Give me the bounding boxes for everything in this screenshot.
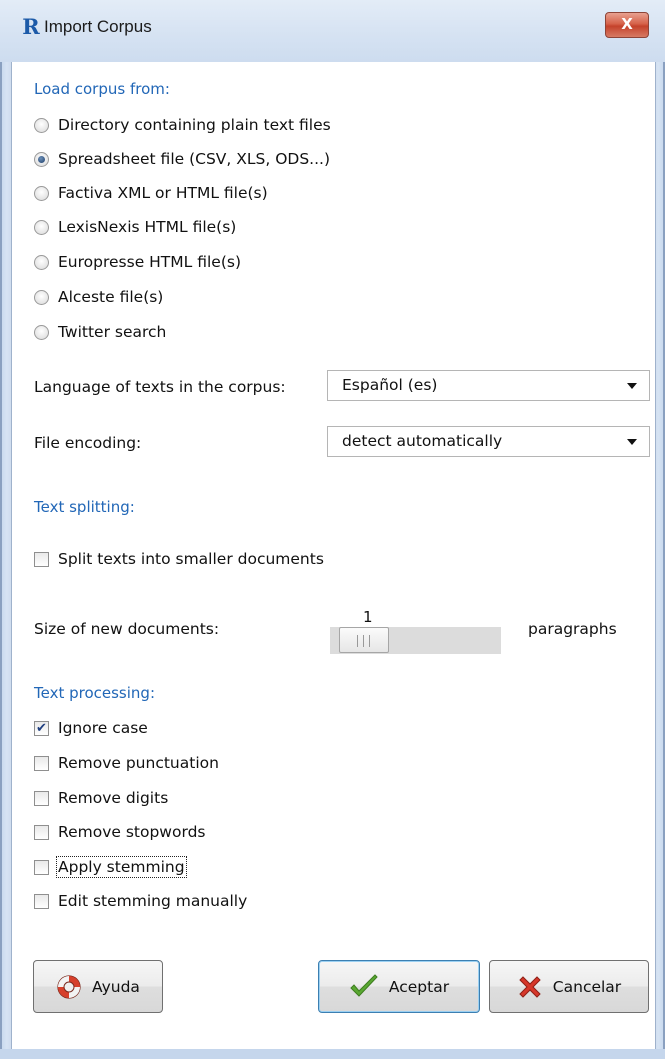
apply-stemming-option[interactable]: Apply stemming bbox=[34, 855, 187, 879]
checkmark-icon: ✔ bbox=[36, 720, 47, 736]
help-button[interactable]: Ayuda bbox=[33, 960, 163, 1013]
checkbox-label: Split texts into smaller documents bbox=[58, 550, 324, 568]
size-label: Size of new documents: bbox=[34, 620, 220, 638]
encoding-select[interactable]: detect automatically bbox=[327, 426, 650, 457]
radio-button[interactable] bbox=[34, 219, 49, 235]
radio-button[interactable] bbox=[34, 254, 49, 270]
checkmark-icon bbox=[349, 973, 379, 1000]
radio-factiva[interactable]: Factiva XML or HTML file(s) bbox=[34, 181, 268, 205]
radio-button-selected[interactable] bbox=[34, 151, 49, 167]
title-bar[interactable]: R Import Corpus X bbox=[0, 0, 665, 62]
radio-alceste[interactable]: Alceste file(s) bbox=[34, 285, 163, 309]
radio-label: Spreadsheet file (CSV, XLS, ODS...) bbox=[58, 150, 331, 168]
encoding-value: detect automatically bbox=[342, 432, 503, 450]
split-texts-checkbox[interactable] bbox=[34, 551, 49, 567]
close-button[interactable]: X bbox=[605, 12, 649, 38]
cancel-button-label: Cancelar bbox=[552, 977, 622, 996]
radio-label: Factiva XML or HTML file(s) bbox=[58, 184, 268, 202]
radio-label: LexisNexis HTML file(s) bbox=[58, 218, 237, 236]
checkbox-label: Edit stemming manually bbox=[58, 892, 248, 910]
lifebuoy-icon bbox=[56, 974, 82, 1000]
radio-europresse[interactable]: Europresse HTML file(s) bbox=[34, 250, 241, 274]
edit-stemming-checkbox[interactable] bbox=[34, 893, 49, 909]
radio-spreadsheet[interactable]: Spreadsheet file (CSV, XLS, ODS...) bbox=[34, 147, 330, 171]
remove-digits-option[interactable]: Remove digits bbox=[34, 786, 168, 810]
checkbox-label: Remove punctuation bbox=[58, 754, 219, 772]
slider-unit-label: paragraphs bbox=[528, 620, 617, 638]
language-label: Language of texts in the corpus: bbox=[34, 378, 286, 396]
language-value: Español (es) bbox=[342, 376, 438, 394]
red-x-icon bbox=[517, 974, 543, 1000]
checkbox-label: Remove digits bbox=[58, 789, 169, 807]
cancel-button[interactable]: Cancelar bbox=[489, 960, 649, 1013]
radio-button[interactable] bbox=[34, 324, 49, 340]
window-frame-left bbox=[0, 62, 11, 1059]
radio-label: Twitter search bbox=[58, 323, 167, 341]
ok-button-label: Aceptar bbox=[388, 977, 450, 996]
ignore-case-option[interactable]: ✔ Ignore case bbox=[34, 716, 148, 740]
checkbox-label: Ignore case bbox=[58, 719, 148, 737]
chevron-down-icon bbox=[627, 439, 637, 445]
ok-button[interactable]: Aceptar bbox=[318, 960, 480, 1013]
chevron-down-icon bbox=[627, 383, 637, 389]
remove-digits-checkbox[interactable] bbox=[34, 790, 49, 806]
r-logo-icon: R bbox=[22, 14, 40, 39]
checkbox-label: Apply stemming bbox=[56, 856, 187, 878]
apply-stemming-checkbox[interactable] bbox=[34, 859, 49, 875]
text-splitting-heading: Text splitting: bbox=[34, 498, 135, 516]
radio-label: Europresse HTML file(s) bbox=[58, 253, 241, 271]
remove-punctuation-option[interactable]: Remove punctuation bbox=[34, 751, 219, 775]
help-button-label: Ayuda bbox=[92, 977, 140, 996]
radio-label: Directory containing plain text files bbox=[58, 116, 331, 134]
radio-button[interactable] bbox=[34, 185, 49, 201]
language-select[interactable]: Español (es) bbox=[327, 370, 650, 401]
import-corpus-dialog: R Import Corpus X Load corpus from: Dire… bbox=[0, 0, 665, 1059]
checkbox-label: Remove stopwords bbox=[58, 823, 206, 841]
window-title: Import Corpus bbox=[44, 17, 152, 36]
remove-stopwords-option[interactable]: Remove stopwords bbox=[34, 820, 205, 844]
load-corpus-heading: Load corpus from: bbox=[34, 80, 170, 98]
edit-stemming-option[interactable]: Edit stemming manually bbox=[34, 889, 247, 913]
radio-label: Alceste file(s) bbox=[58, 288, 164, 306]
radio-directory[interactable]: Directory containing plain text files bbox=[34, 113, 331, 137]
radio-button[interactable] bbox=[34, 117, 49, 133]
remove-stopwords-checkbox[interactable] bbox=[34, 824, 49, 840]
radio-twitter[interactable]: Twitter search bbox=[34, 320, 166, 344]
split-texts-option[interactable]: Split texts into smaller documents bbox=[34, 547, 324, 571]
ignore-case-checkbox[interactable]: ✔ bbox=[34, 720, 49, 736]
slider-value: 1 bbox=[363, 608, 373, 626]
window-frame-bottom bbox=[0, 1049, 665, 1059]
size-slider-handle[interactable] bbox=[339, 627, 389, 653]
radio-lexisnexis[interactable]: LexisNexis HTML file(s) bbox=[34, 215, 236, 239]
text-processing-heading: Text processing: bbox=[34, 684, 155, 702]
encoding-label: File encoding: bbox=[34, 434, 142, 452]
radio-button[interactable] bbox=[34, 289, 49, 305]
remove-punctuation-checkbox[interactable] bbox=[34, 755, 49, 771]
